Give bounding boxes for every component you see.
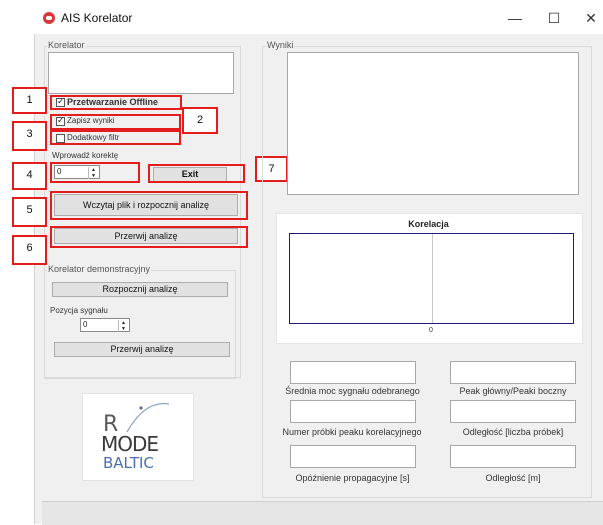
highlight-box-4 bbox=[50, 162, 140, 183]
chart-plot-area bbox=[289, 233, 574, 324]
spinner-arrows-icon[interactable]: ▲ ▼ bbox=[118, 320, 128, 332]
app-icon bbox=[43, 12, 55, 24]
srednia-field[interactable] bbox=[290, 361, 416, 384]
callout-2: 2 bbox=[182, 107, 218, 134]
opoznienie-label: Opóźnienie propagacyjne [s] bbox=[295, 473, 410, 483]
numer-field[interactable] bbox=[290, 400, 416, 423]
opoznienie-field[interactable] bbox=[290, 445, 416, 468]
highlight-box-2 bbox=[50, 114, 181, 130]
callout-4: 4 bbox=[12, 162, 47, 190]
chart-center-gridline bbox=[432, 234, 433, 323]
odleglosc-probek-field[interactable] bbox=[450, 400, 576, 423]
peak-field[interactable] bbox=[450, 361, 576, 384]
callout-5: 5 bbox=[12, 197, 47, 227]
callout-1: 1 bbox=[12, 87, 47, 114]
pozycja-spinner[interactable]: 0 ▲ ▼ bbox=[80, 318, 130, 332]
close-button[interactable]: ✕ bbox=[574, 6, 603, 30]
numer-label: Numer próbki peaku korelacyjnego bbox=[282, 427, 422, 437]
rozpocznij-button[interactable]: Rozpocznij analizę bbox=[52, 282, 228, 297]
maximize-button[interactable]: ☐ bbox=[537, 6, 571, 30]
pozycja-label: Pozycja sygnału bbox=[50, 306, 108, 315]
srednia-label: Średnia moc sygnału odebranego bbox=[285, 386, 420, 396]
odleglosc-m-label: Odległość [m] bbox=[485, 473, 541, 483]
rmode-baltic-logo: R MODE BALTIC bbox=[82, 393, 194, 481]
chart-x-tick: 0 bbox=[429, 327, 433, 334]
przerwij2-button[interactable]: Przerwij analizę bbox=[54, 342, 230, 357]
demo-group-label: Korelator demonstracyjny bbox=[47, 264, 152, 274]
highlight-box-6 bbox=[50, 226, 248, 248]
korelator-group-label: Korelator bbox=[47, 40, 86, 50]
highlight-box-5 bbox=[50, 191, 248, 220]
status-bar bbox=[42, 501, 603, 525]
odleglosc-probek-label: Odległość [liczba próbek] bbox=[462, 427, 564, 437]
chart-title: Korelacja bbox=[408, 219, 449, 229]
logo-mode: MODE bbox=[101, 432, 159, 456]
logo-baltic: BALTIC bbox=[103, 454, 154, 472]
pozycja-value: 0 bbox=[83, 320, 88, 329]
korekta-label: Wprowadź korektę bbox=[52, 151, 119, 160]
highlight-box-1 bbox=[50, 95, 182, 110]
odleglosc-m-field[interactable] bbox=[450, 445, 576, 468]
window-title: AIS Korelator bbox=[61, 11, 133, 25]
highlight-box-7 bbox=[148, 164, 245, 183]
wyniki-group-label: Wyniki bbox=[266, 40, 295, 50]
peak-label: Peak główny/Peaki boczny bbox=[459, 386, 567, 396]
highlight-box-3 bbox=[50, 130, 181, 145]
callout-6: 6 bbox=[12, 235, 47, 265]
callout-3: 3 bbox=[12, 121, 47, 151]
wyniki-textbox[interactable] bbox=[287, 52, 579, 195]
korelator-textbox[interactable] bbox=[48, 52, 234, 94]
minimize-button[interactable]: — bbox=[498, 6, 532, 30]
